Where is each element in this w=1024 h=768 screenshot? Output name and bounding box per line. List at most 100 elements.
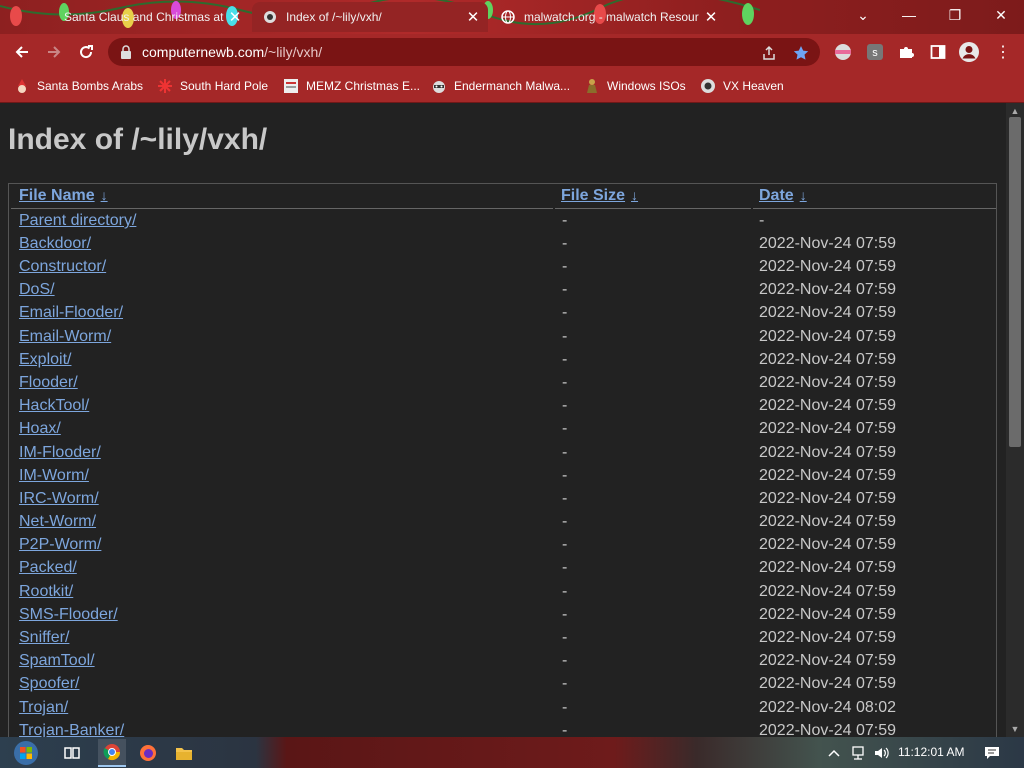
bookmark-label: Endermanch Malwa... bbox=[454, 79, 571, 93]
file-name-link[interactable]: Hoax/ bbox=[19, 420, 61, 438]
network-icon[interactable] bbox=[848, 745, 868, 761]
file-date: 2022-Nov-24 07:59 bbox=[759, 328, 896, 345]
firefox-icon[interactable] bbox=[134, 739, 162, 767]
back-arrow-icon[interactable] bbox=[8, 38, 36, 66]
bookmark-memz-christmas[interactable]: MEMZ Christmas E... bbox=[283, 76, 420, 96]
bookmark-south-hard-pole[interactable]: South Hard Pole bbox=[157, 76, 268, 96]
url-path: /~lily/vxh/ bbox=[264, 44, 323, 60]
tab-santa-claus[interactable]: Santa Claus and Christmas at the ✕ bbox=[30, 2, 250, 32]
file-name-link[interactable]: SMS-Flooder/ bbox=[19, 606, 118, 624]
tab-malwatch[interactable]: malwatch.org - malwatch Resour ✕ bbox=[490, 2, 726, 32]
new-tab-button[interactable] bbox=[730, 0, 758, 30]
bookmark-label: Windows ISOs bbox=[607, 79, 686, 93]
lock-icon[interactable] bbox=[120, 45, 132, 59]
taskbar-clock[interactable]: 11:12:01 AM bbox=[898, 745, 965, 759]
vertical-scrollbar[interactable]: ▲ ▼ bbox=[1006, 103, 1024, 737]
bookmarks-bar: Santa Bombs Arabs South Hard Pole MEMZ C… bbox=[0, 70, 1024, 103]
file-name-link[interactable]: P2P-Worm/ bbox=[19, 536, 101, 554]
profile-avatar-icon[interactable] bbox=[958, 41, 980, 63]
reload-icon[interactable] bbox=[72, 38, 100, 66]
minimize-button[interactable]: — bbox=[886, 0, 932, 30]
table-row: Rootkit/ - 2022-Nov-24 07:59 bbox=[9, 583, 998, 606]
file-name-link[interactable]: DoS/ bbox=[19, 281, 55, 299]
sort-arrow-icon: ↓ bbox=[631, 187, 639, 203]
file-name-link[interactable]: HackTool/ bbox=[19, 397, 89, 415]
file-size: - bbox=[562, 559, 568, 576]
file-name-link[interactable]: Backdoor/ bbox=[19, 235, 91, 253]
table-row: SpamTool/ - 2022-Nov-24 07:59 bbox=[9, 652, 998, 675]
file-name-link[interactable]: IM-Flooder/ bbox=[19, 444, 101, 462]
file-name-link[interactable]: Net-Worm/ bbox=[19, 513, 96, 531]
scrollbar-thumb[interactable] bbox=[1009, 117, 1021, 447]
file-name-link[interactable]: Sniffer/ bbox=[19, 629, 69, 647]
file-date: 2022-Nov-24 07:59 bbox=[759, 629, 896, 646]
tab-title: Index of /~lily/vxh/ bbox=[286, 10, 382, 24]
forward-arrow-icon[interactable] bbox=[40, 38, 68, 66]
bookmark-label: Santa Bombs Arabs bbox=[37, 79, 144, 93]
side-panel-icon[interactable] bbox=[927, 41, 949, 63]
file-size: - bbox=[562, 351, 568, 368]
bookmark-vx-heaven[interactable]: VX Heaven bbox=[700, 76, 784, 96]
address-bar[interactable]: computernewb.com/~lily/vxh/ bbox=[108, 38, 820, 66]
file-name-link[interactable]: IRC-Worm/ bbox=[19, 490, 99, 508]
file-name-link[interactable]: Parent directory/ bbox=[19, 212, 136, 230]
file-date: 2022-Nov-24 07:59 bbox=[759, 583, 896, 600]
file-size: - bbox=[562, 583, 568, 600]
restore-button[interactable]: ❐ bbox=[932, 0, 978, 30]
close-icon[interactable]: ✕ bbox=[464, 8, 482, 26]
url-text[interactable]: computernewb.com/~lily/vxh/ bbox=[142, 44, 322, 60]
page-content: Index of /~lily/vxh/ File Name ↓ File Siz… bbox=[0, 103, 1006, 737]
table-row: Trojan-Banker/ - 2022-Nov-24 07:59 bbox=[9, 722, 998, 737]
file-size: - bbox=[562, 304, 568, 321]
task-view-icon[interactable] bbox=[58, 739, 86, 767]
bookmark-endermanch-malware[interactable]: Endermanch Malwa... bbox=[431, 76, 570, 96]
tab-search-chevron-icon[interactable]: ⌄ bbox=[840, 0, 886, 30]
bookmark-santa-bombs-arabs[interactable]: Santa Bombs Arabs bbox=[14, 76, 143, 96]
file-name-link[interactable]: Constructor/ bbox=[19, 258, 106, 276]
file-name-link[interactable]: Trojan-Banker/ bbox=[19, 722, 124, 737]
table-row: Parent directory/ - - bbox=[9, 212, 998, 235]
file-name-link[interactable]: Spoofer/ bbox=[19, 675, 79, 693]
file-name-link[interactable]: Email-Flooder/ bbox=[19, 304, 123, 322]
bookmark-windows-isos[interactable]: Windows ISOs bbox=[584, 76, 686, 96]
extension-s-icon[interactable]: s bbox=[864, 41, 886, 63]
volume-icon[interactable] bbox=[872, 745, 892, 761]
extension-flag-icon[interactable] bbox=[832, 41, 854, 63]
globe-icon bbox=[500, 9, 516, 25]
file-name-link[interactable]: Packed/ bbox=[19, 559, 77, 577]
close-icon[interactable]: ✕ bbox=[702, 8, 720, 26]
file-size: - bbox=[562, 675, 568, 692]
menu-kebab-icon[interactable]: ⋮ bbox=[992, 41, 1014, 63]
start-orb-icon[interactable] bbox=[10, 739, 42, 767]
tab-index-of-vxh[interactable]: Index of /~lily/vxh/ ✕ bbox=[252, 2, 488, 32]
file-name-link[interactable]: IM-Worm/ bbox=[19, 467, 89, 485]
chrome-icon[interactable] bbox=[98, 739, 126, 767]
table-row: Spoofer/ - 2022-Nov-24 07:59 bbox=[9, 675, 998, 698]
browser-toolbar: computernewb.com/~lily/vxh/ s ⋮ bbox=[0, 34, 1024, 70]
show-hidden-icons-chevron-icon[interactable] bbox=[826, 745, 842, 761]
file-date: 2022-Nov-24 07:59 bbox=[759, 606, 896, 623]
scroll-down-arrow-icon[interactable]: ▼ bbox=[1006, 721, 1024, 737]
file-date: 2022-Nov-24 07:59 bbox=[759, 467, 896, 484]
column-header-file-name[interactable]: File Name ↓ bbox=[19, 187, 108, 209]
share-icon[interactable] bbox=[760, 44, 778, 62]
file-name-link[interactable]: Trojan/ bbox=[19, 699, 68, 717]
close-window-button[interactable]: ✕ bbox=[978, 0, 1024, 30]
column-header-file-size[interactable]: File Size ↓ bbox=[561, 187, 638, 209]
table-row: Trojan/ - 2022-Nov-24 08:02 bbox=[9, 699, 998, 722]
column-header-date[interactable]: Date ↓ bbox=[759, 187, 807, 209]
file-name-link[interactable]: Flooder/ bbox=[19, 374, 78, 392]
file-name-link[interactable]: Exploit/ bbox=[19, 351, 71, 369]
bookmark-star-icon[interactable] bbox=[792, 44, 810, 62]
extensions-puzzle-icon[interactable] bbox=[895, 41, 917, 63]
file-name-link[interactable]: SpamTool/ bbox=[19, 652, 95, 670]
bookmark-label: VX Heaven bbox=[723, 79, 784, 93]
file-name-link[interactable]: Rootkit/ bbox=[19, 583, 73, 601]
action-center-icon[interactable] bbox=[982, 745, 1002, 761]
tab-title: malwatch.org - malwatch Resour bbox=[524, 10, 699, 24]
svg-text:s: s bbox=[872, 47, 878, 59]
close-icon[interactable]: ✕ bbox=[226, 8, 244, 26]
file-name-link[interactable]: Email-Worm/ bbox=[19, 328, 111, 346]
file-explorer-icon[interactable] bbox=[170, 739, 198, 767]
table-row: DoS/ - 2022-Nov-24 07:59 bbox=[9, 281, 998, 304]
